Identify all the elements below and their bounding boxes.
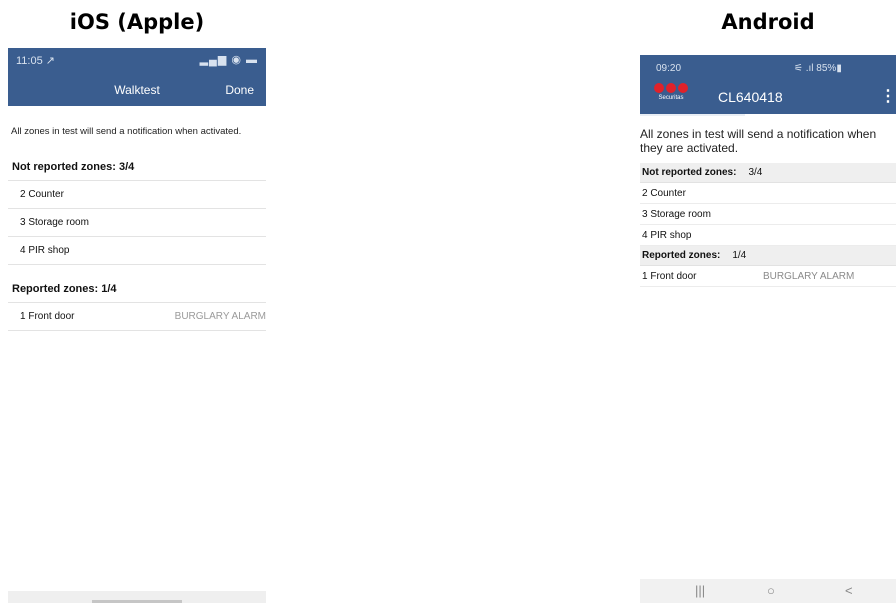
zone-name: 4 PIR shop [642,229,692,241]
zone-row[interactable]: 1 Front door BURGLARY ALARM [8,302,266,331]
reported-count: 1/4 [732,250,747,261]
reported-label: Reported zones: [642,250,721,261]
signal-battery-icons: ⚟ .ıl 85%▮ [794,63,842,74]
android-screen: 09:20 ⚟ .ıl 85%▮ Securitas CL640418 ⋮ Al… [640,55,896,603]
zone-row[interactable]: 2 Counter [640,183,896,204]
back-button[interactable]: < [845,583,853,598]
ios-bottom-bar [8,591,266,603]
zone-name: 2 Counter [642,187,686,199]
android-app-bar: Securitas CL640418 ⋮ [640,80,896,114]
zone-name: 3 Storage room [642,208,711,220]
overflow-menu-icon[interactable]: ⋮ [880,86,896,106]
ios-nav-bar: Walktest Done [8,73,266,106]
info-text: All zones in test will send a notificati… [11,126,242,137]
not-reported-header: Not reported zones: 3/4 [640,163,896,183]
status-time: 11:05 ↗ [16,55,55,67]
app-bar-title: CL640418 [718,89,783,105]
android-nav-bar: ||| ○ < [640,579,896,603]
zone-name: 3 Storage room [20,217,89,228]
not-reported-label: Not reported zones: [642,167,737,178]
signal-wifi-battery-icons: ▂▄▆ ◉ ▬ [199,54,258,66]
android-status-bar: 09:20 ⚟ .ıl 85%▮ [640,55,896,80]
status-time: 09:20 [656,63,682,74]
ios-status-bar: 11:05 ↗ ▂▄▆ ◉ ▬ [8,48,266,73]
zone-name: 1 Front door [642,270,697,282]
info-text: All zones in test will send a notificati… [640,127,877,155]
zone-name: 1 Front door [20,311,75,322]
logo-dots-icon [653,83,689,93]
recents-button[interactable]: ||| [695,583,705,598]
zone-name: 4 PIR shop [20,245,70,256]
zone-row[interactable]: 4 PIR shop [640,225,896,246]
zone-status: BURGLARY ALARM [763,270,855,282]
android-label: Android [721,10,815,34]
not-reported-count: 3/4 [748,167,763,178]
zone-row[interactable]: 4 PIR shop [8,237,266,265]
zone-row[interactable]: 1 Front door BURGLARY ALARM [640,266,896,287]
zone-status: BURGLARY ALARM [174,311,266,322]
ios-screen: 11:05 ↗ ▂▄▆ ◉ ▬ Walktest Done All zones … [8,48,266,603]
zone-row[interactable]: 3 Storage room [8,209,266,237]
ios-label: iOS (Apple) [69,10,205,34]
reported-header: Reported zones: 1/4 [12,283,117,295]
home-button[interactable]: ○ [767,583,775,598]
not-reported-header: Not reported zones: 3/4 [12,161,135,173]
done-button[interactable]: Done [225,83,254,97]
securitas-logo: Securitas [653,83,689,101]
reported-header: Reported zones: 1/4 [640,246,896,266]
logo-text: Securitas [658,95,684,101]
zone-row[interactable]: 2 Counter [8,180,266,209]
zone-name: 2 Counter [20,189,64,200]
zone-row[interactable]: 3 Storage room [640,204,896,225]
